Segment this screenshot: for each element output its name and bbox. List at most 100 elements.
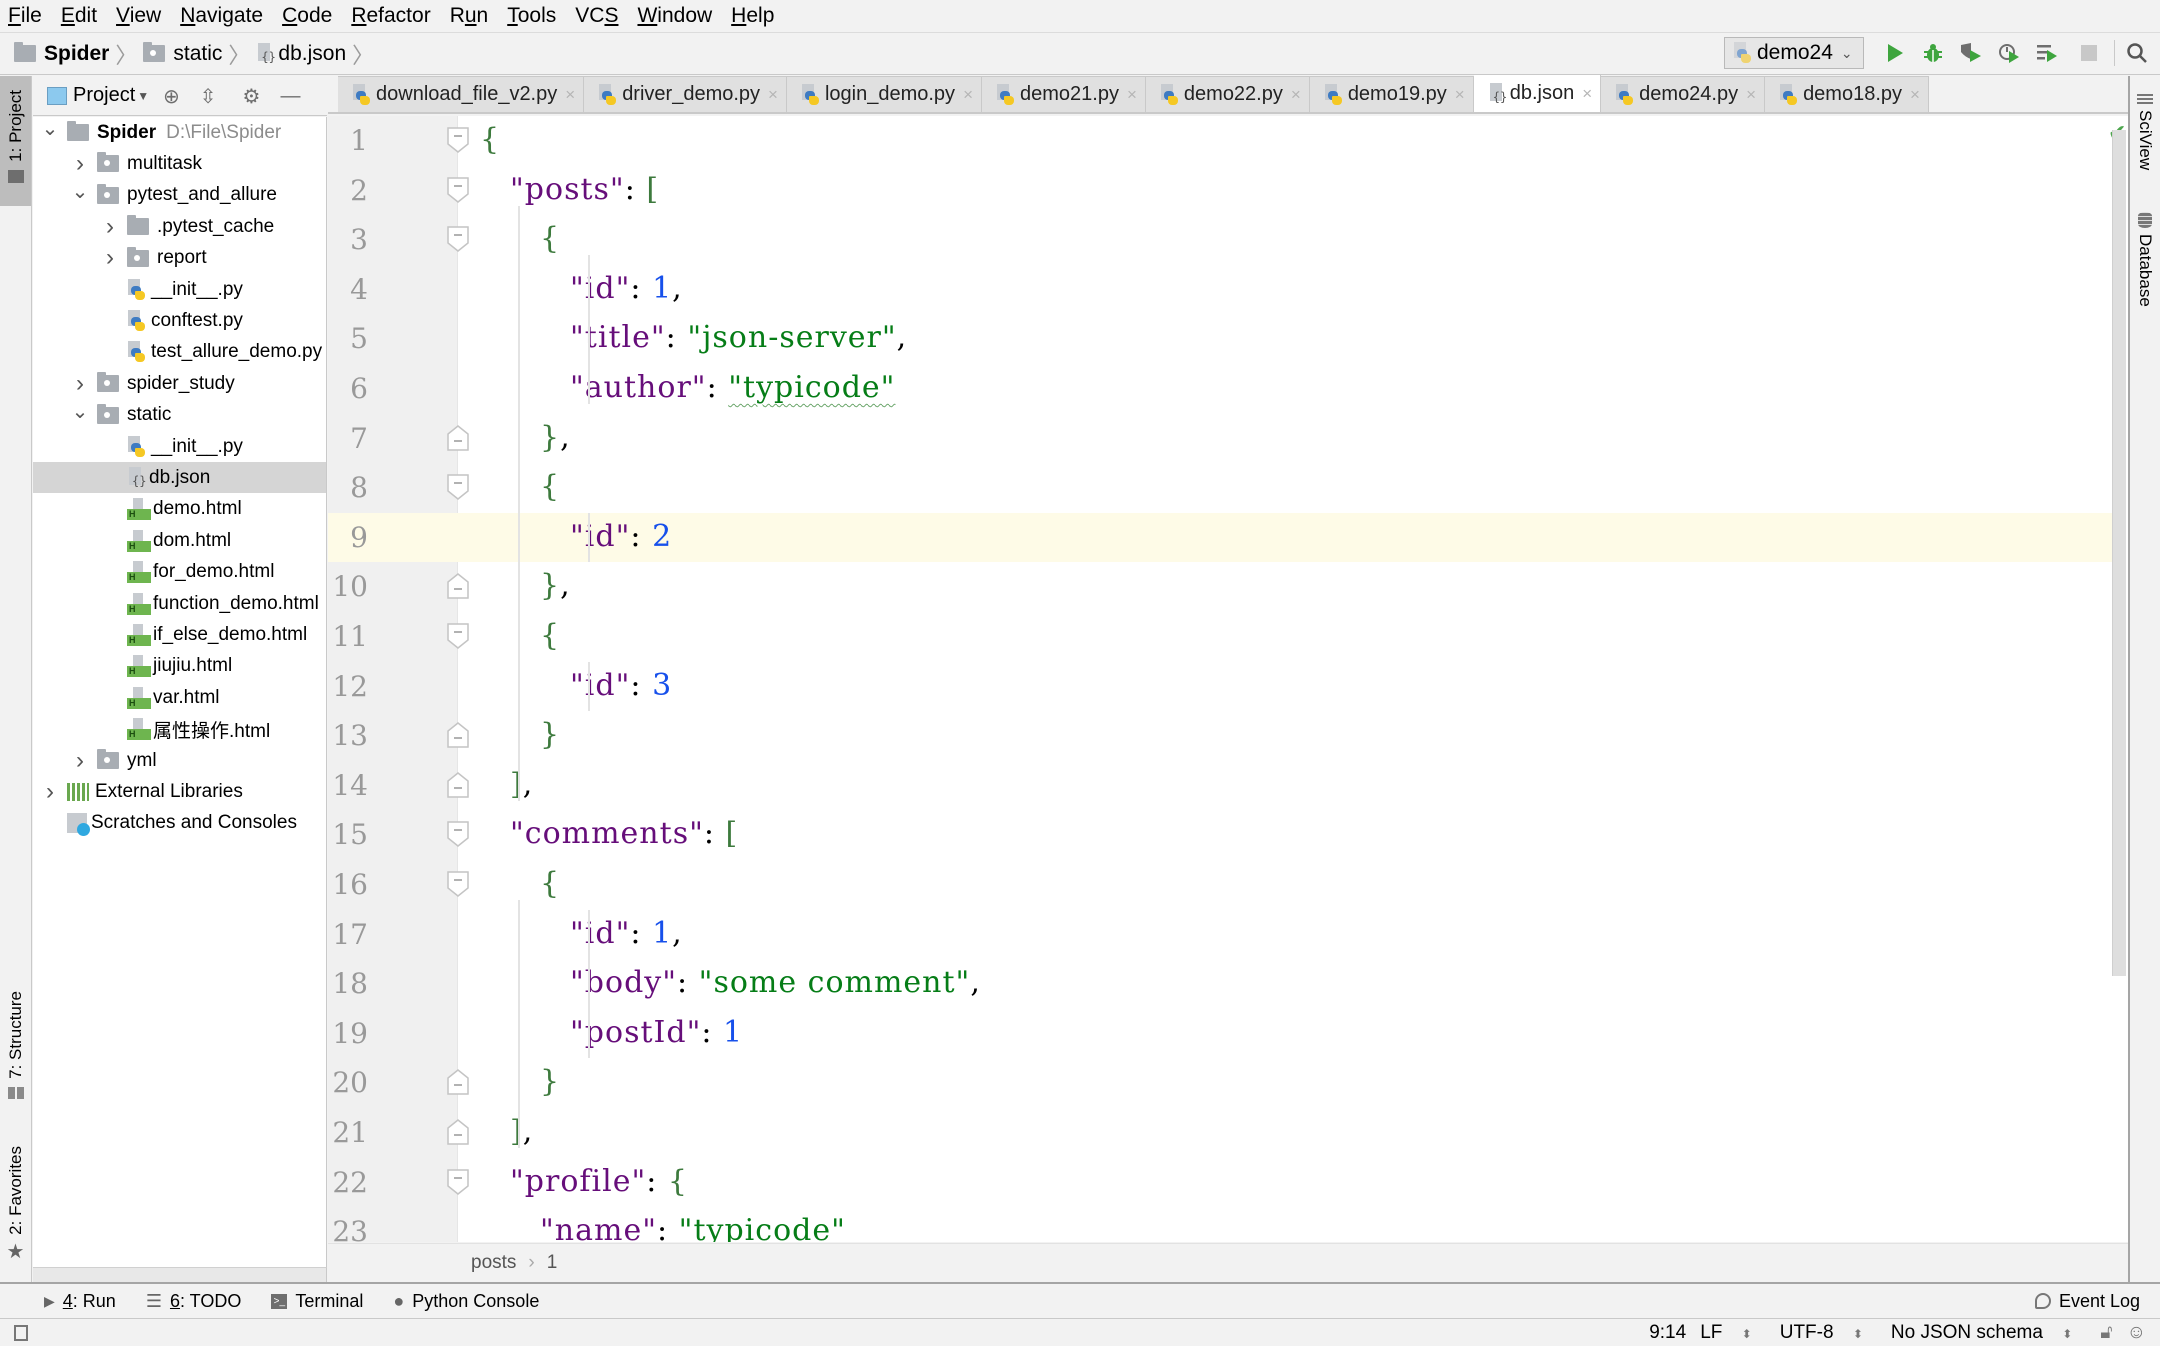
menu-tools[interactable]: Tools <box>507 4 556 28</box>
run-tool-button[interactable]: ▶ 4: Run <box>44 1291 116 1312</box>
tree-item[interactable]: var.html <box>33 682 326 713</box>
fold-end-icon[interactable] <box>446 572 470 600</box>
editor-breadcrumb-item[interactable]: 1 <box>547 1252 558 1274</box>
code-line[interactable]: 19 "postId": 1 <box>328 1009 2118 1059</box>
search-icon[interactable] <box>2124 40 2150 66</box>
close-tab-icon[interactable]: × <box>768 85 778 105</box>
close-tab-icon[interactable]: × <box>1910 85 1920 105</box>
tree-item[interactable]: › spider_study <box>33 368 326 399</box>
stop-icon[interactable] <box>2076 40 2102 66</box>
code-line[interactable]: 15 "comments": [ <box>328 810 2118 860</box>
fold-end-icon[interactable] <box>446 424 470 452</box>
project-tree-horizontal-scrollbar[interactable] <box>33 1267 327 1282</box>
editor-vertical-scrollbar[interactable] <box>2112 130 2126 976</box>
breadcrumb-folder[interactable]: static <box>173 42 222 66</box>
encoding-selector[interactable]: UTF-8 ⬍ <box>1780 1322 1877 1344</box>
database-tool-tab[interactable]: Database <box>2130 212 2160 307</box>
event-log-button[interactable]: Event Log <box>2034 1291 2140 1312</box>
code-line[interactable]: 9 "id": 2 <box>328 512 2118 563</box>
code-line[interactable]: 2 "posts": [ <box>328 166 2118 216</box>
close-tab-icon[interactable]: × <box>1291 85 1301 105</box>
code-line[interactable]: 11 { <box>328 612 2118 662</box>
code-line[interactable]: 5 "title": "json-server", <box>328 314 2118 364</box>
editor-tab[interactable]: demo22.py × <box>1145 76 1310 112</box>
code-line[interactable]: 21], <box>328 1108 2118 1158</box>
close-tab-icon[interactable]: × <box>1582 84 1592 104</box>
tree-item[interactable]: test_allure_demo.py <box>33 337 326 368</box>
code-line[interactable]: 22 "profile": { <box>328 1158 2118 1208</box>
lock-open-icon[interactable]: 🔓︎ <box>2100 1322 2112 1344</box>
sciview-tool-tab[interactable]: SciView <box>2130 92 2160 170</box>
project-tool-tab[interactable]: 1: Project <box>0 76 31 206</box>
fold-collapse-icon[interactable] <box>446 622 470 650</box>
fold-end-icon[interactable] <box>446 771 470 799</box>
code-editor[interactable]: 1{2 "posts": [3{4 "id": 1, 5 "title": "json-… <box>328 116 2128 1242</box>
tree-item[interactable]: function_demo.html <box>33 588 326 619</box>
menu-window[interactable]: Window <box>637 4 712 28</box>
code-line[interactable]: 13} <box>328 711 2118 761</box>
fold-end-icon[interactable] <box>446 1068 470 1096</box>
code-line[interactable]: 10}, <box>328 562 2118 612</box>
hide-panel-icon[interactable]: — <box>280 85 300 108</box>
project-view-selector[interactable]: Project ▼ <box>47 84 149 107</box>
editor-tab[interactable]: driver_demo.py × <box>584 76 787 112</box>
tree-item[interactable]: dom.html <box>33 525 326 556</box>
close-tab-icon[interactable]: × <box>963 85 973 105</box>
tree-item[interactable]: ⌄ pytest_and_allure <box>33 179 326 211</box>
tree-item[interactable]: Scratches and Consoles <box>33 808 326 839</box>
inspector-icon[interactable]: ☺ <box>2127 1322 2146 1344</box>
editor-tab[interactable]: login_demo.py × <box>786 76 982 112</box>
editor-tab[interactable]: demo24.py × <box>1601 76 1766 112</box>
code-line[interactable]: 14], <box>328 761 2118 811</box>
breadcrumb-project[interactable]: Spider <box>44 42 109 66</box>
close-tab-icon[interactable]: × <box>1746 85 1756 105</box>
locate-file-icon[interactable]: ⊕ <box>163 84 180 109</box>
terminal-tool-button[interactable]: >_ Terminal <box>271 1291 363 1312</box>
gear-icon[interactable]: ⚙ <box>243 84 261 109</box>
code-line[interactable]: 6 "author": "typicode" <box>328 364 2118 414</box>
menu-run[interactable]: Run <box>450 4 489 28</box>
structure-tool-tab[interactable]: 7: Structure <box>0 991 31 1111</box>
menu-code[interactable]: Code <box>282 4 332 28</box>
menu-vcs[interactable]: VCS <box>575 4 618 28</box>
tree-item[interactable]: for_demo.html <box>33 557 326 588</box>
tree-item[interactable]: conftest.py <box>33 305 326 336</box>
code-line[interactable]: 17 "id": 1, <box>328 910 2118 960</box>
fold-collapse-icon[interactable] <box>446 225 470 253</box>
debug-icon[interactable] <box>1920 40 1946 66</box>
menu-edit[interactable]: Edit <box>61 4 97 28</box>
tree-item[interactable]: __init__.py <box>33 431 326 462</box>
chevron-down-icon[interactable]: ⌄ <box>71 399 89 424</box>
tree-item[interactable]: ⌄ static <box>33 399 326 431</box>
code-line[interactable]: 12 "id": 3 <box>328 662 2118 712</box>
run-icon[interactable] <box>1882 40 1908 66</box>
toggle-tool-windows-icon[interactable] <box>14 1325 28 1341</box>
caret-position[interactable]: 9:14 <box>1649 1322 1686 1344</box>
close-tab-icon[interactable]: × <box>1127 85 1137 105</box>
code-line[interactable]: 7}, <box>328 414 2118 464</box>
tree-item[interactable]: ⌄ Spider D:\File\Spider <box>33 117 326 148</box>
todo-tool-button[interactable]: ☰ 6: TODO <box>146 1291 242 1312</box>
coverage-icon[interactable] <box>1958 40 1984 66</box>
chevron-down-icon[interactable]: ⌄ <box>71 179 89 204</box>
line-separator-selector[interactable]: LF ⬍ <box>1700 1322 1766 1344</box>
tree-item[interactable]: › multitask <box>33 148 326 179</box>
tree-item[interactable]: › External Libraries <box>33 776 326 807</box>
editor-tab[interactable]: demo19.py × <box>1309 76 1474 112</box>
code-line[interactable]: 1{ <box>328 116 2118 166</box>
tree-item[interactable]: if_else_demo.html <box>33 619 326 650</box>
chevron-right-icon[interactable]: › <box>71 370 89 398</box>
code-line[interactable]: 18 "body": "some comment", <box>328 959 2118 1009</box>
code-line[interactable]: 4 "id": 1, <box>328 265 2118 315</box>
editor-tab[interactable]: demo18.py × <box>1765 76 1929 112</box>
menu-file[interactable]: File <box>8 4 42 28</box>
fold-collapse-icon[interactable] <box>446 1168 470 1196</box>
menu-refactor[interactable]: Refactor <box>351 4 430 28</box>
close-tab-icon[interactable]: × <box>565 85 575 105</box>
chevron-right-icon[interactable]: › <box>101 244 119 272</box>
tree-item[interactable]: › .pytest_cache <box>33 211 326 242</box>
menu-help[interactable]: Help <box>731 4 774 28</box>
fold-end-icon[interactable] <box>446 1118 470 1146</box>
code-line[interactable]: 23 "name": "typicode" <box>328 1207 2118 1242</box>
code-line[interactable]: 3{ <box>328 215 2118 265</box>
